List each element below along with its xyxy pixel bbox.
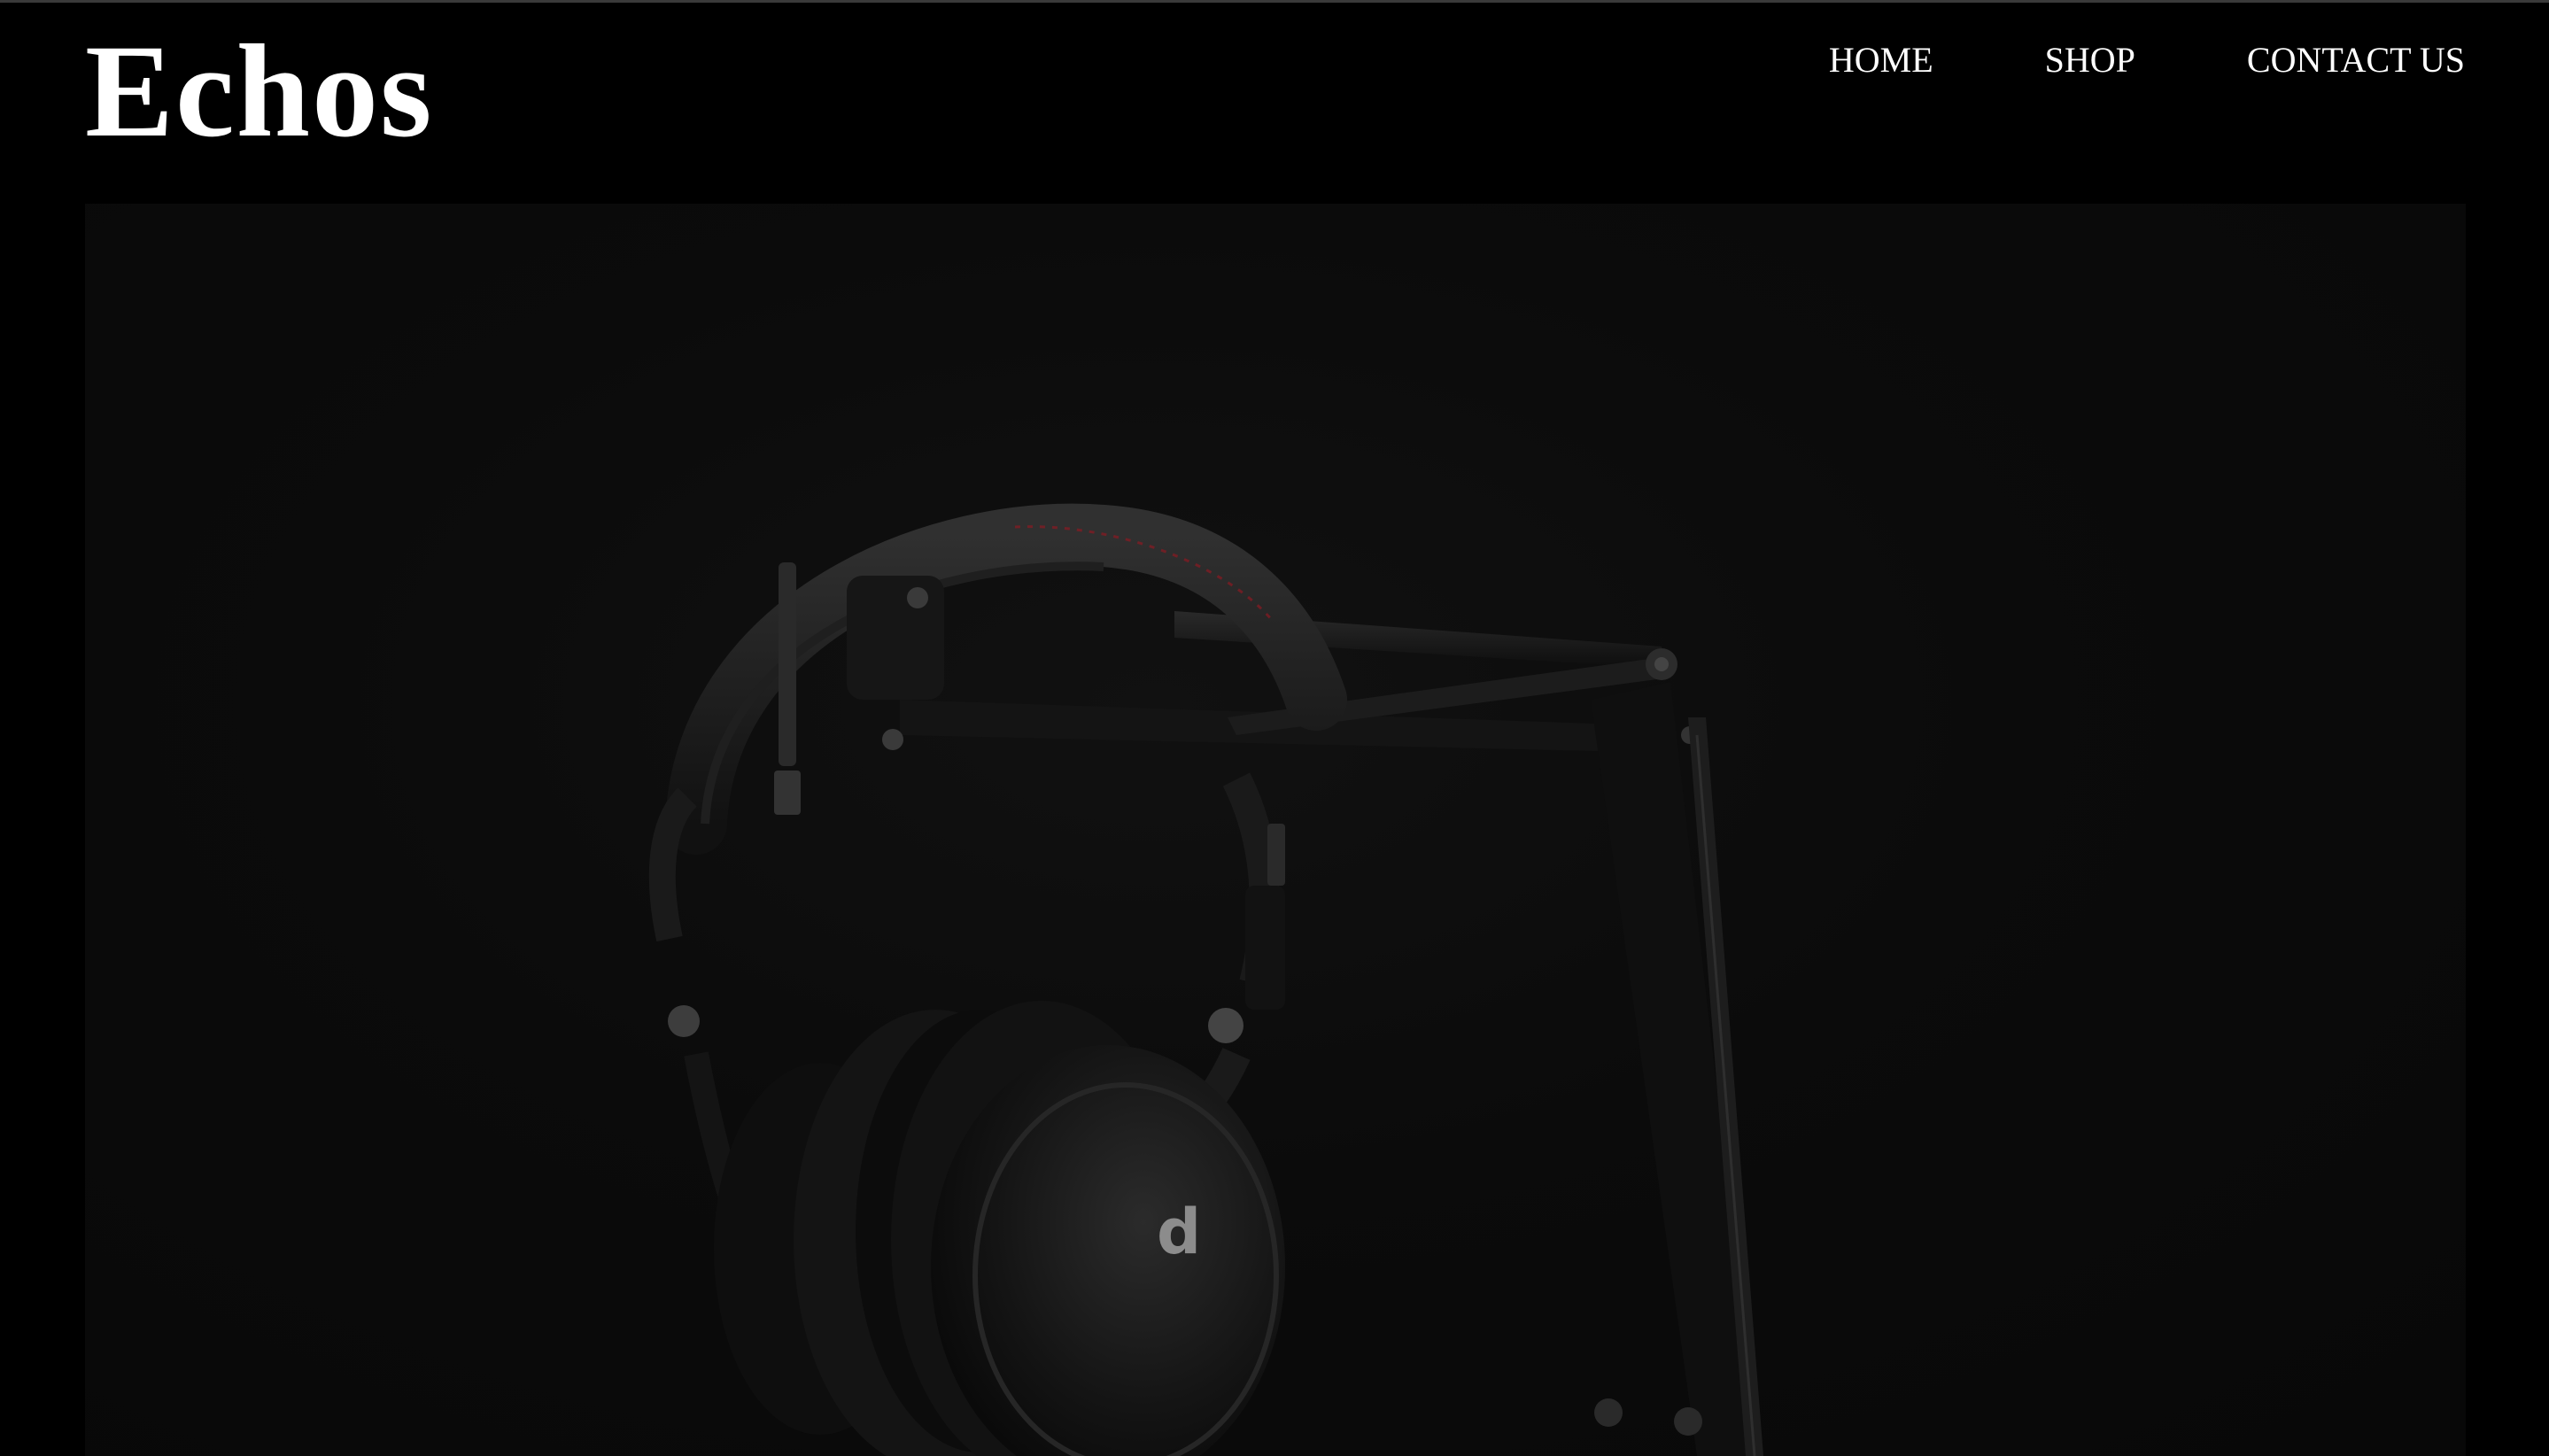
hero-image: d <box>85 204 2466 1456</box>
nav-link-home[interactable]: HOME <box>1829 37 1933 83</box>
nav-link-contact-us[interactable]: CONTACT US <box>2247 37 2465 83</box>
brand-logo[interactable]: Echos <box>85 16 433 167</box>
main-nav: HOME SHOP CONTACT US <box>1829 37 2465 83</box>
site-header: Echos HOME SHOP CONTACT US <box>0 0 2549 204</box>
headphones-illustration: d <box>648 503 1763 1456</box>
nav-link-shop[interactable]: SHOP <box>2045 37 2135 83</box>
headphone-logo-icon: d <box>1157 1196 1201 1268</box>
ear-cups: d <box>714 1001 1285 1456</box>
headband <box>665 503 1347 855</box>
